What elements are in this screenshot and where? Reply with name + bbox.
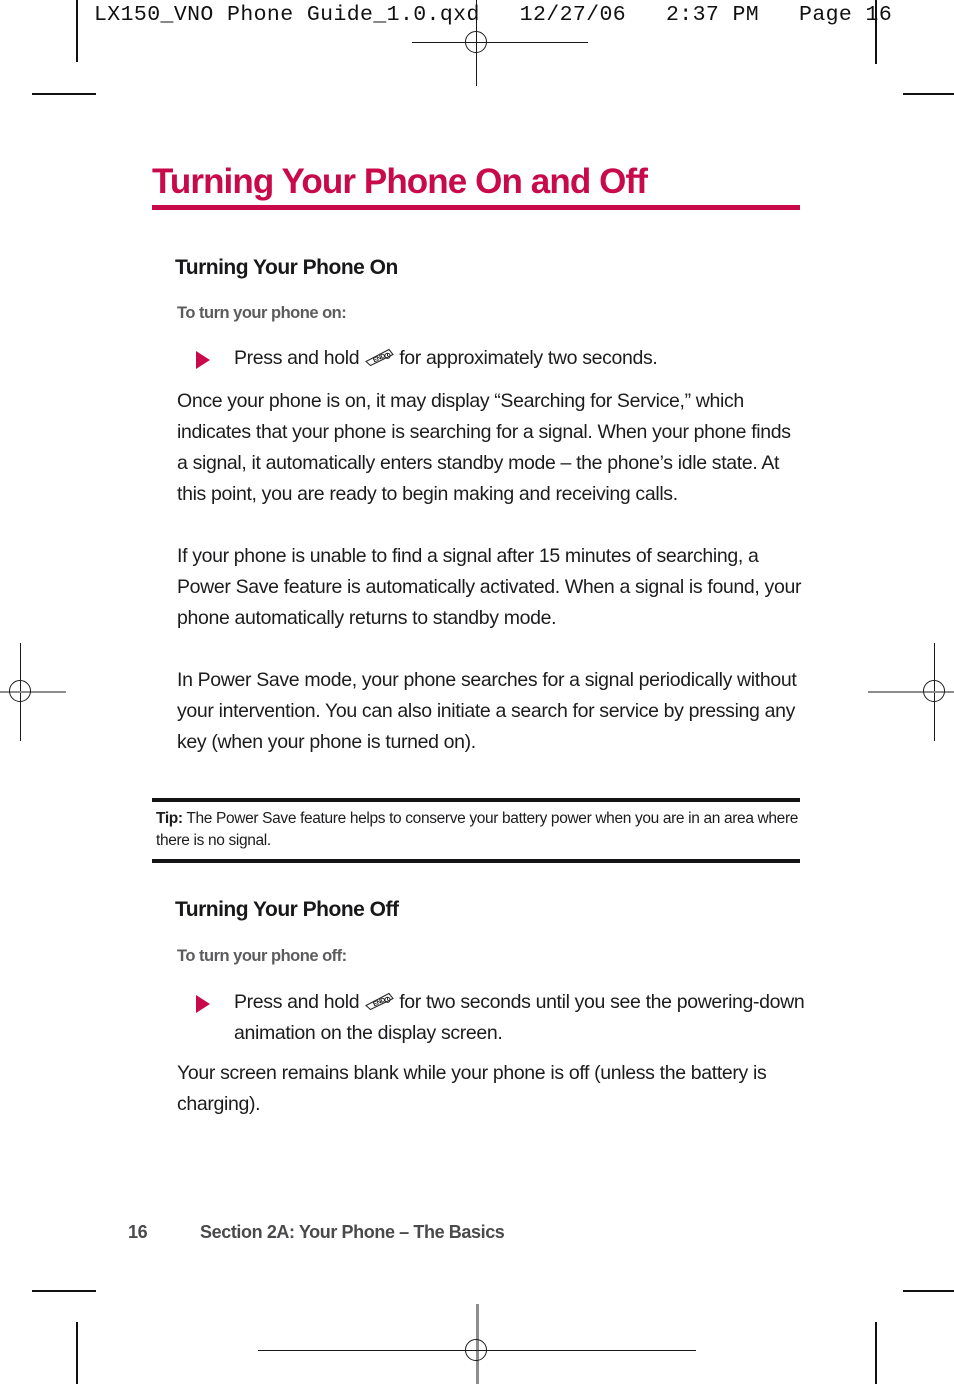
crop-mark-bottom-right-vertical — [875, 1322, 877, 1384]
bullet-triangle-icon — [196, 351, 210, 369]
paragraph-power-save-mode: In Power Save mode, your phone searches … — [177, 669, 797, 753]
page-footer: 16 Section 2A: Your Phone – The Basics — [128, 1222, 505, 1243]
end-key-icon: END — [363, 991, 395, 1011]
tip-label: Tip: — [156, 810, 183, 827]
tip-text: Tip: The Power Save feature helps to con… — [152, 802, 800, 859]
crop-mark-top-right-horizontal — [903, 93, 954, 96]
crop-mark-bottom-left-horizontal — [32, 1290, 96, 1293]
end-key-icon: END — [363, 347, 395, 367]
tip-body-text: The Power Save feature helps to conserve… — [156, 810, 799, 849]
bullet-text-after-icon: for approximately two seconds. — [399, 347, 658, 369]
crop-mark-bottom-right-horizontal — [903, 1290, 954, 1293]
bullet-text-turn-off: Press and hold END for two seconds until y… — [234, 987, 806, 1049]
crop-mark-bottom-left-vertical — [76, 1322, 78, 1384]
bullet-text-before-icon: Press and hold — [234, 347, 360, 369]
page-title-rule — [152, 205, 800, 210]
page-title: Turning Your Phone On and Off — [152, 162, 648, 201]
bullet-text-turn-on: Press and hold END for approximately two s… — [234, 343, 806, 374]
paragraph-screen-blank: Your screen remains blank while your pho… — [177, 1062, 767, 1115]
bullet-text-before-icon: Press and hold — [234, 991, 360, 1013]
bullet-turn-on: Press and hold END for approximately two s… — [196, 343, 806, 374]
paragraph-power-save-activation: If your phone is unable to find a signal… — [177, 545, 802, 629]
tip-box: Tip: The Power Save feature helps to con… — [152, 798, 800, 863]
registration-mark-left — [0, 643, 66, 741]
lead-in-turn-on: To turn your phone on: — [177, 304, 347, 322]
section-heading-turning-on: Turning Your Phone On — [175, 256, 398, 279]
registration-mark-bottom — [258, 1304, 696, 1384]
bullet-turn-off: Press and hold END for two seconds until y… — [196, 987, 806, 1049]
bullet-triangle-icon — [196, 995, 210, 1013]
document-page: LX150_VNO Phone Guide_1.0.qxd 12/27/06 2… — [0, 0, 954, 1384]
crop-mark-top-left-vertical — [76, 0, 78, 62]
registration-mark-top — [412, 0, 588, 86]
footer-section-label: Section 2A: Your Phone – The Basics — [200, 1222, 505, 1242]
paragraph-searching-for-service: Once your phone is on, it may display “S… — [177, 390, 791, 505]
section-heading-turning-off: Turning Your Phone Off — [175, 898, 399, 921]
tip-rule-bottom — [152, 859, 800, 863]
footer-page-number: 16 — [128, 1222, 148, 1242]
crop-mark-top-left-horizontal — [32, 93, 96, 96]
prepress-slug: LX150_VNO Phone Guide_1.0.qxd 12/27/06 2… — [94, 3, 893, 27]
lead-in-turn-off: To turn your phone off: — [177, 947, 347, 965]
registration-mark-right — [868, 643, 954, 741]
